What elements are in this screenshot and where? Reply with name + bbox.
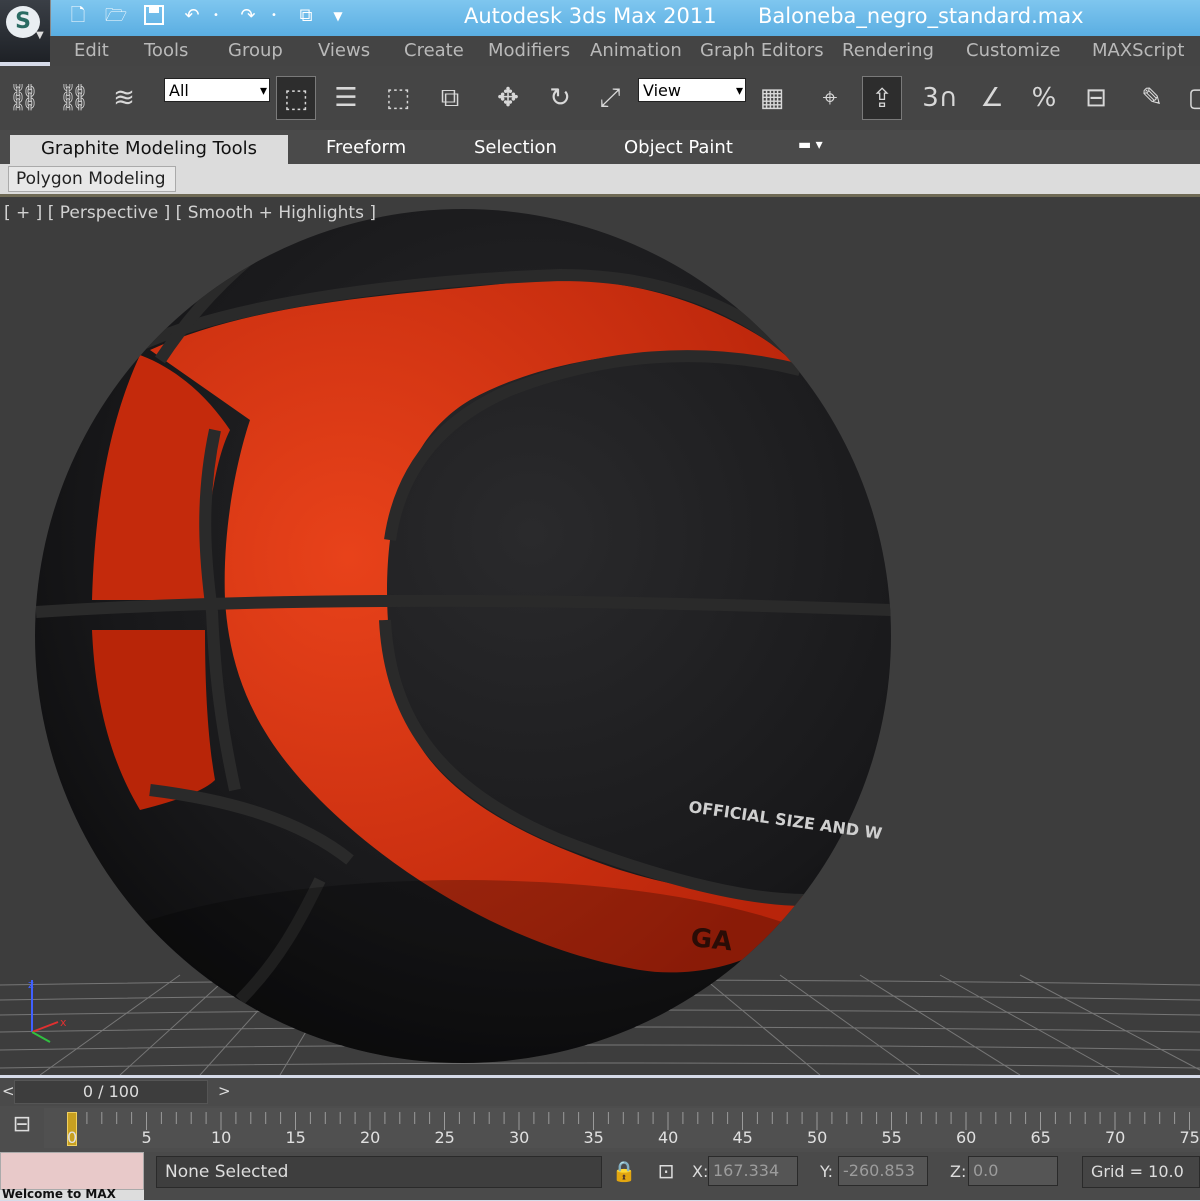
edit-named-selection-icon[interactable]: ✎ [1132, 76, 1172, 120]
frame-label: 60 [956, 1128, 977, 1147]
selection-filter-dropdown[interactable]: All ▾ [164, 78, 270, 102]
tab-freeform[interactable]: Freeform [326, 137, 406, 158]
snaps-toggle-icon[interactable]: 3∩ [920, 76, 960, 120]
time-slider-next[interactable]: > [218, 1082, 231, 1100]
curve-editor-icon[interactable]: ⊟ [6, 1112, 38, 1142]
tab-selection[interactable]: Selection [474, 137, 557, 158]
angle-snap-icon[interactable]: ∠ [972, 76, 1012, 120]
menu-graph-editors[interactable]: Graph Editors [700, 40, 824, 61]
frame-label: 70 [1105, 1128, 1126, 1147]
x-coordinate-field[interactable]: 167.334 [708, 1156, 798, 1186]
menu-maxscript[interactable]: MAXScript [1092, 40, 1184, 61]
scene-render: OFFICIAL SIZE AND W GA z x [0, 209, 1200, 1075]
selection-filter-value: All [169, 81, 189, 100]
panel-polygon-modeling[interactable]: Polygon Modeling [8, 166, 176, 192]
frame-label: 45 [732, 1128, 753, 1147]
menu-tools[interactable]: Tools [144, 40, 188, 61]
chevron-down-icon: ▼ [36, 30, 44, 41]
select-and-manipulate-icon[interactable]: ⌖ [810, 76, 850, 120]
new-file-icon[interactable]: 🗋 [66, 4, 90, 28]
keyboard-shortcut-override-icon[interactable]: ⇪ [862, 76, 902, 120]
redo-icon[interactable]: ↷ [236, 4, 260, 28]
chevron-down-icon: ▾ [259, 83, 267, 99]
undo-icon[interactable]: ↶ [180, 4, 204, 28]
move-icon[interactable]: ✥ [488, 76, 528, 120]
bind-space-warp-icon[interactable]: ≋ [104, 76, 144, 120]
frame-label: 75 [1179, 1128, 1200, 1147]
listener-output: Welcome to MAX [0, 1187, 144, 1201]
app-title: Autodesk 3ds Max 2011 [464, 4, 717, 28]
svg-text:z: z [28, 978, 34, 991]
select-object-icon[interactable]: ⬚ [276, 76, 316, 120]
menu-views[interactable]: Views [318, 40, 370, 61]
maxscript-listener[interactable] [0, 1152, 144, 1190]
project-folder-icon[interactable]: ⧉ [294, 4, 318, 28]
basketball-model: OFFICIAL SIZE AND W GA [35, 209, 891, 1063]
undo-dropdown-icon[interactable]: • [204, 4, 228, 28]
absolute-mode-icon[interactable]: ⊡ [652, 1156, 680, 1186]
frame-label: 10 [211, 1128, 232, 1147]
viewport-label[interactable]: [ + ] [ Perspective ] [ Smooth + Highlig… [4, 203, 376, 223]
menu-modifiers[interactable]: Modifiers [488, 40, 570, 61]
frame-label: 65 [1030, 1128, 1051, 1147]
file-title: Baloneba_negro_standard.max [758, 4, 1084, 28]
frame-label: 30 [509, 1128, 530, 1147]
rectangular-selection-icon[interactable]: ⬚ [378, 76, 418, 120]
pivot-center-icon[interactable]: ▦ [752, 76, 792, 120]
time-slider-prev[interactable]: < [2, 1082, 15, 1100]
time-slider[interactable]: 0 / 100 [14, 1080, 208, 1104]
chevron-down-icon: ▾ [735, 83, 743, 99]
mirror-icon[interactable]: ▢ [1180, 76, 1200, 120]
tab-object-paint[interactable]: Object Paint [624, 137, 733, 158]
y-coordinate-field[interactable]: -260.853 [838, 1156, 928, 1186]
menu-edit[interactable]: Edit [74, 40, 109, 61]
quick-access-dropdown-icon[interactable]: ▼ [326, 4, 350, 28]
menu-customize[interactable]: Customize [966, 40, 1060, 61]
frame-label: 55 [881, 1128, 902, 1147]
frame-label: 5 [141, 1128, 152, 1147]
reference-coordinate-dropdown[interactable]: View ▾ [638, 78, 746, 102]
ribbon-options-icon[interactable]: ▬ ▾ [798, 137, 823, 153]
frame-label: 40 [658, 1128, 679, 1147]
percent-snap-icon[interactable]: % [1024, 76, 1064, 120]
spinner-snap-icon[interactable]: ⊟ [1076, 76, 1116, 120]
x-label: X: [692, 1162, 709, 1181]
menu-create[interactable]: Create [404, 40, 464, 61]
frame-label: 50 [807, 1128, 828, 1147]
selection-status: None Selected [156, 1156, 602, 1188]
perspective-viewport[interactable]: OFFICIAL SIZE AND W GA z x [0, 197, 1200, 1075]
save-icon[interactable] [142, 4, 166, 28]
lock-icon[interactable]: 🔒 [610, 1156, 638, 1186]
menu-group[interactable]: Group [228, 40, 283, 61]
ribbon-panel [0, 164, 1200, 197]
frame-label: 15 [285, 1128, 306, 1147]
menu-animation[interactable]: Animation [590, 40, 682, 61]
frame-label: 35 [583, 1128, 604, 1147]
redo-dropdown-icon[interactable]: • [262, 4, 286, 28]
axis-gizmo: z x [28, 978, 67, 1043]
y-label: Y: [820, 1162, 834, 1181]
frame-label: 0 [67, 1128, 78, 1147]
link-icon[interactable]: ⛓ [4, 76, 44, 120]
z-coordinate-field[interactable]: 0.0 [968, 1156, 1058, 1186]
ball-brand-text: GA [689, 923, 733, 957]
window-crossing-icon[interactable]: ⧉ [430, 76, 470, 120]
tab-graphite-modeling-tools[interactable]: Graphite Modeling Tools [10, 135, 288, 164]
frame-label: 20 [360, 1128, 381, 1147]
svg-text:x: x [60, 1016, 67, 1029]
rotate-icon[interactable]: ↻ [540, 76, 580, 120]
select-by-name-icon[interactable]: ☰ [326, 76, 366, 120]
grid-spacing: Grid = 10.0 [1082, 1156, 1200, 1188]
menu-rendering[interactable]: Rendering [842, 40, 934, 61]
z-label: Z: [950, 1162, 967, 1181]
open-folder-icon[interactable]: 🗁 [104, 4, 128, 28]
scale-icon[interactable]: ⤢ [590, 76, 630, 120]
app-logo-icon: S [6, 6, 40, 38]
unlink-icon[interactable]: ⛓ [54, 76, 94, 120]
frame-label: 25 [434, 1128, 455, 1147]
reference-coordinate-value: View [643, 81, 681, 100]
application-button[interactable]: S ▼ [0, 0, 51, 62]
